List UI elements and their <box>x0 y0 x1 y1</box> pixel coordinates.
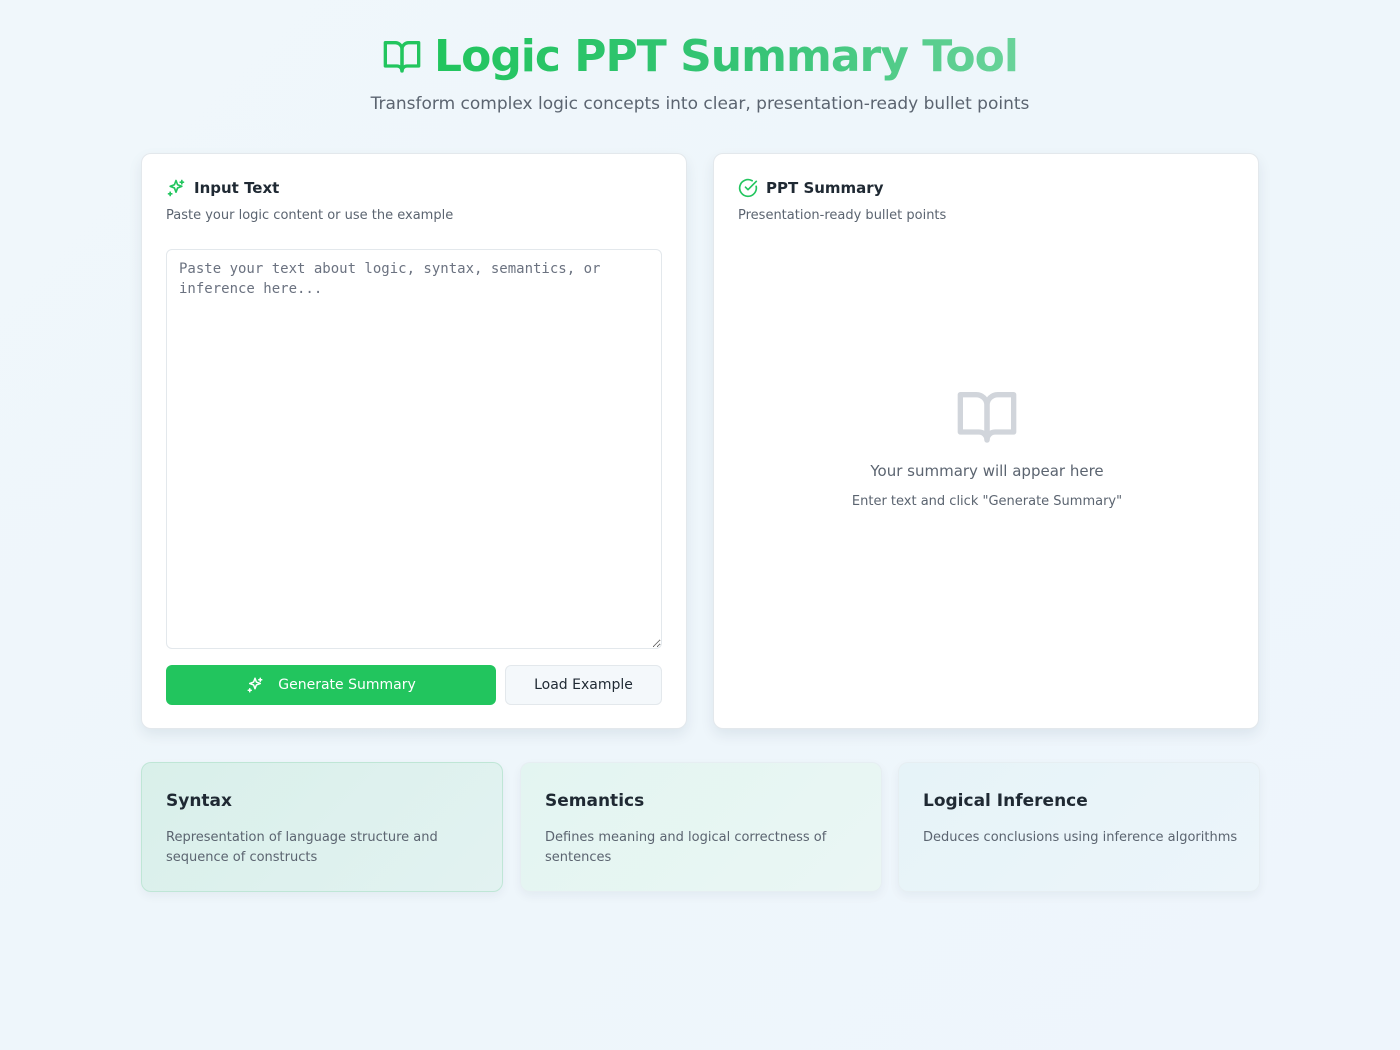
concept-card-logical-inference: Logical Inference Deduces conclusions us… <box>898 762 1260 892</box>
page-header: Logic PPT Summary Tool Transform complex… <box>0 28 1400 115</box>
input-panel-description: Paste your logic content or use the exam… <box>166 208 454 223</box>
sparkles-icon <box>166 178 186 198</box>
load-example-button[interactable]: Load Example <box>505 665 662 705</box>
input-panel-header: Input Text <box>166 178 279 198</box>
summary-panel-title: PPT Summary <box>766 179 884 197</box>
card-title: Semantics <box>545 791 645 811</box>
generate-summary-button[interactable]: Generate Summary <box>166 665 496 705</box>
title-row: Logic PPT Summary Tool <box>0 28 1400 84</box>
empty-state-title: Your summary will appear here <box>870 462 1104 480</box>
input-textarea[interactable] <box>166 249 662 649</box>
card-description: Representation of language structure and… <box>166 830 438 865</box>
page: Logic PPT Summary Tool Transform complex… <box>0 0 1400 1050</box>
sparkles-icon <box>246 676 264 694</box>
check-circle-icon <box>738 178 758 198</box>
empty-state-hint: Enter text and click "Generate Summary" <box>851 494 1123 509</box>
input-panel: Input Text Paste your logic content or u… <box>141 153 687 729</box>
book-open-icon <box>955 384 1019 448</box>
page-subtitle: Transform complex logic concepts into cl… <box>370 94 1030 114</box>
concept-card-semantics: Semantics Defines meaning and logical co… <box>520 762 882 892</box>
card-description: Deduces conclusions using inference algo… <box>923 830 1238 845</box>
summary-panel: PPT Summary Presentation-ready bullet po… <box>713 153 1259 729</box>
card-title: Syntax <box>166 791 232 811</box>
generate-summary-label: Generate Summary <box>278 677 416 693</box>
page-title: Logic PPT Summary Tool <box>434 30 1019 82</box>
concept-card-syntax: Syntax Representation of language struct… <box>141 762 503 892</box>
input-panel-title: Input Text <box>194 179 280 197</box>
summary-panel-description: Presentation-ready bullet points <box>738 208 947 223</box>
book-open-icon <box>382 36 422 76</box>
summary-panel-header: PPT Summary <box>738 178 883 198</box>
card-description: Defines meaning and logical correctness … <box>545 830 827 865</box>
summary-empty-state: Your summary will appear here Enter text… <box>714 384 1260 509</box>
card-title: Logical Inference <box>923 791 1088 811</box>
